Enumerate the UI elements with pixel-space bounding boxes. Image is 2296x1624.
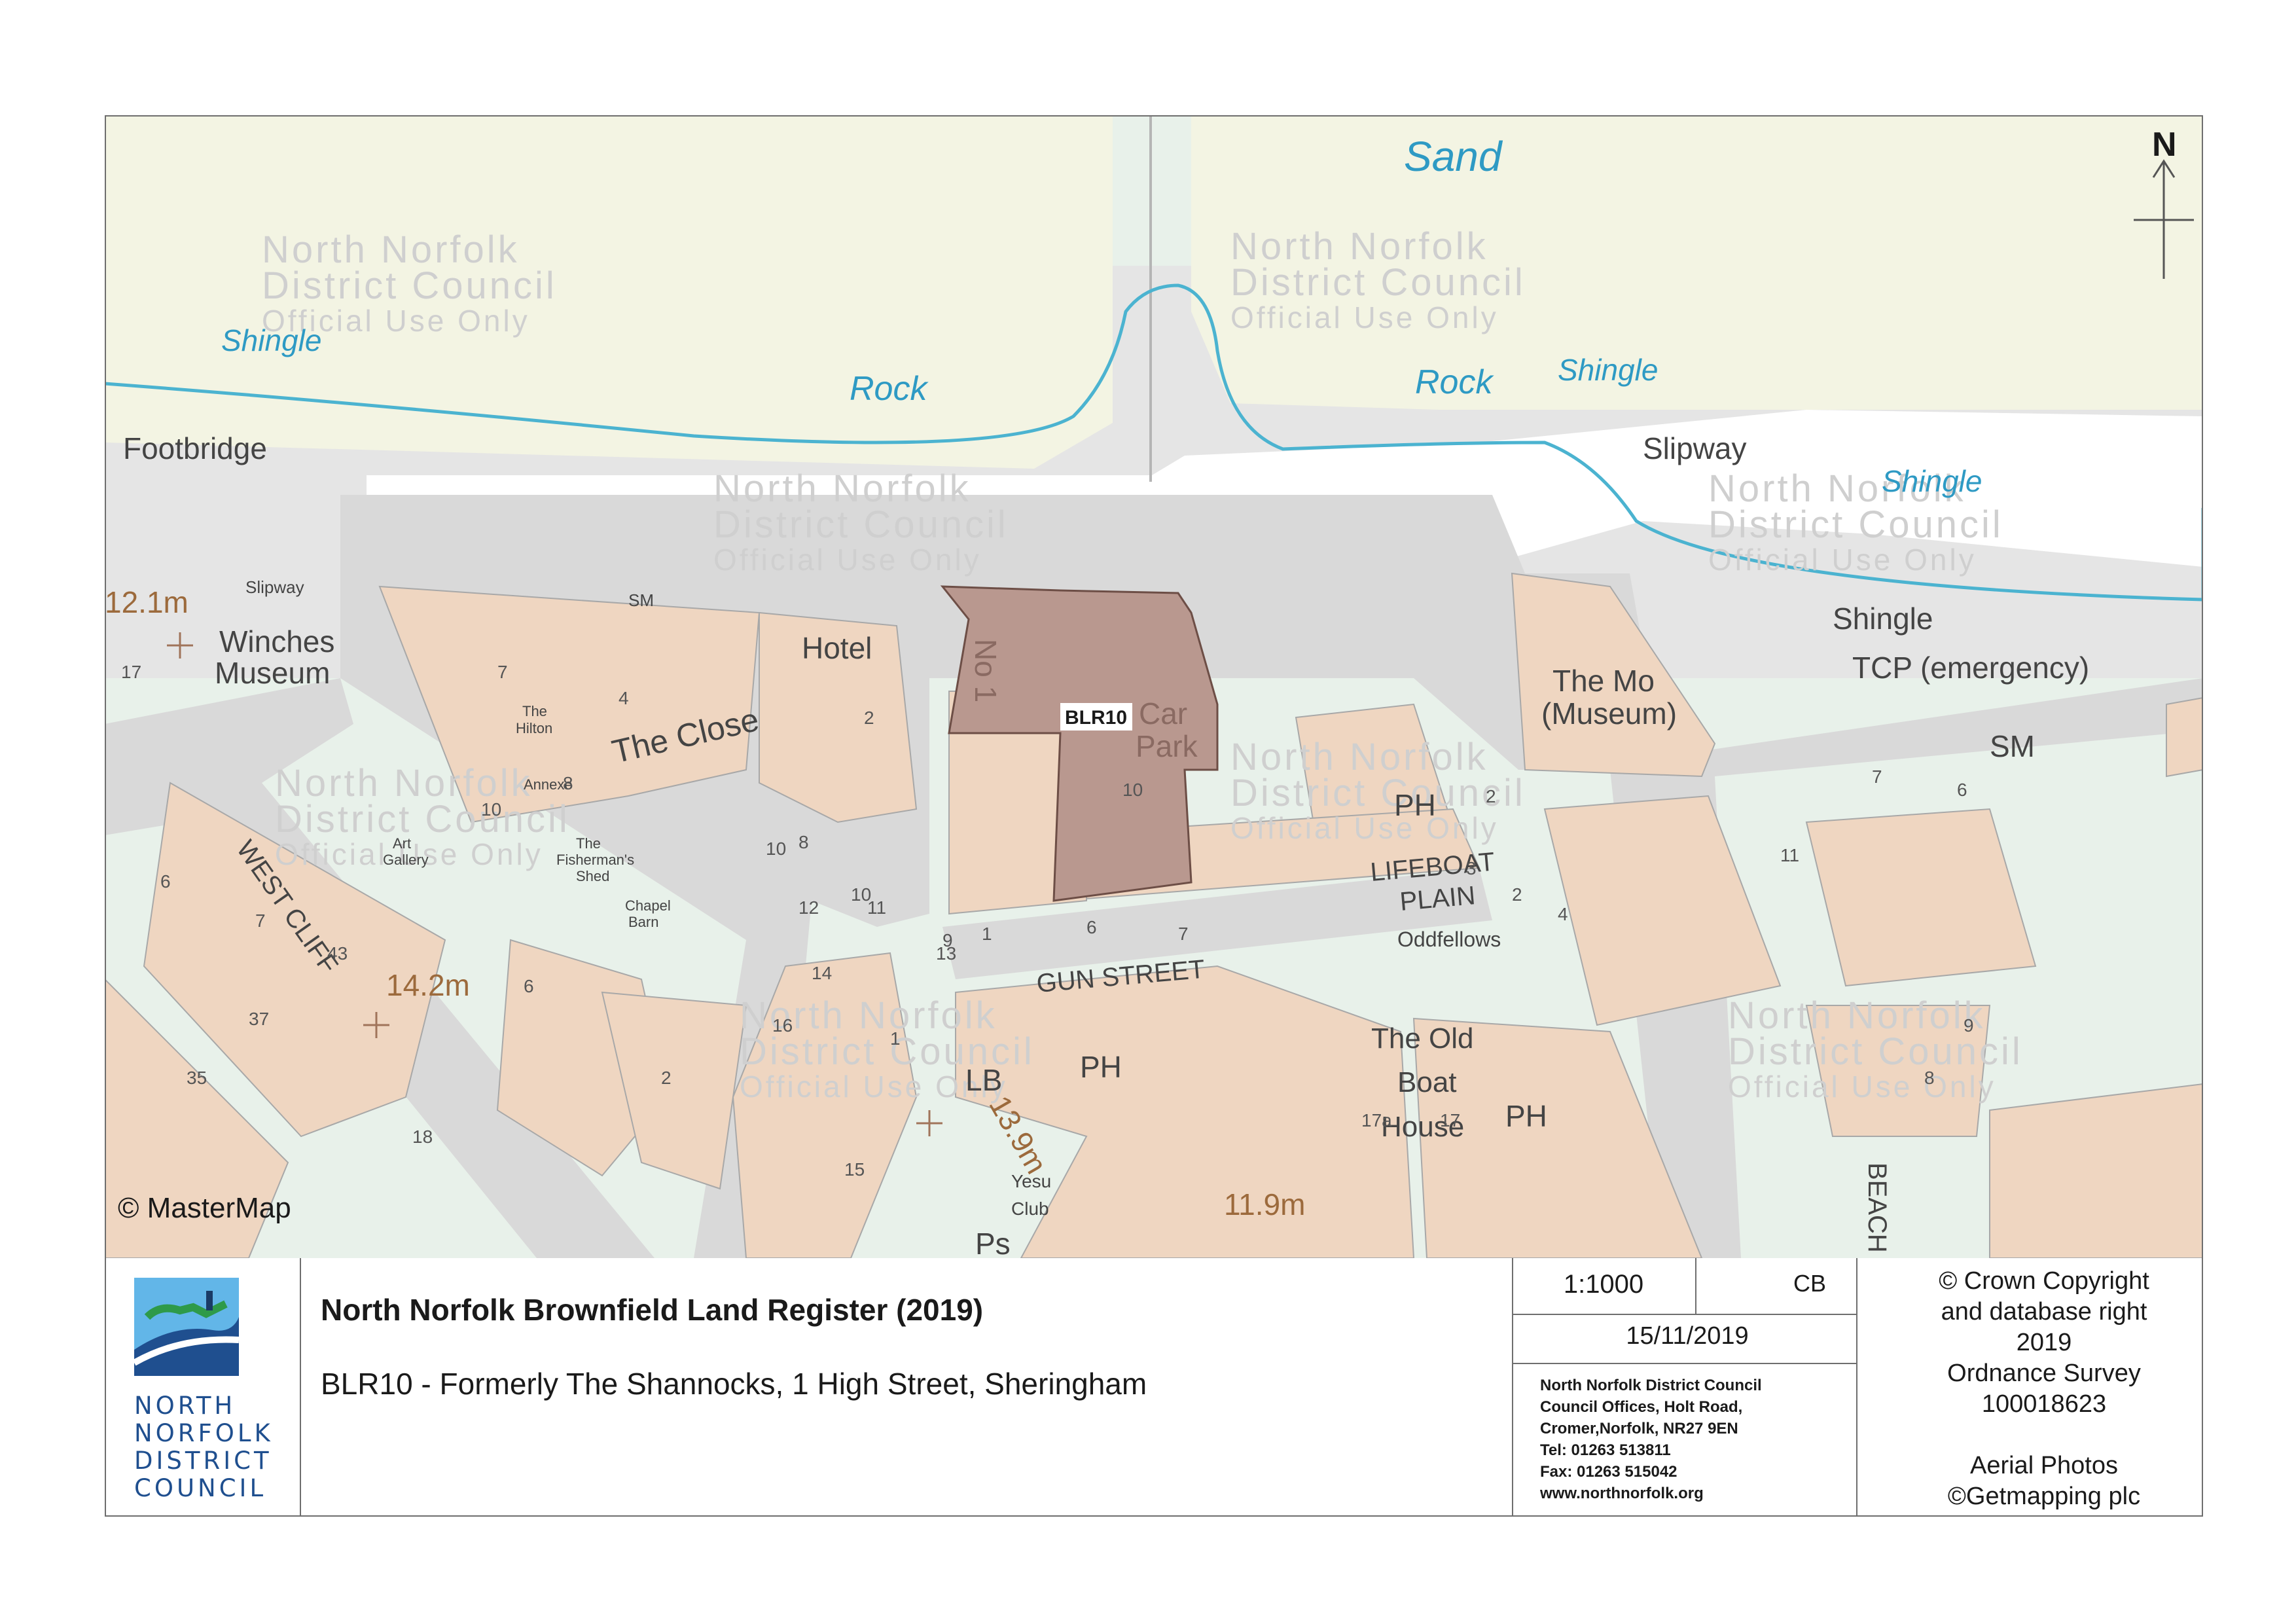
address-line: North Norfolk District Council — [1540, 1377, 1762, 1394]
panel-divider — [1695, 1258, 1696, 1314]
map-subtitle: BLR10 - Formerly The Shannocks, 1 High S… — [321, 1367, 1147, 1401]
map-date: 15/11/2019 — [1626, 1322, 1749, 1350]
panel-divider — [1512, 1363, 1856, 1364]
copyright-notice: © Crown Copyright and database right 201… — [1885, 1266, 2203, 1512]
map-scale: 1:1000 — [1563, 1270, 1644, 1299]
panel-divider — [1512, 1258, 1513, 1517]
council-address: North Norfolk District Council Council O… — [1540, 1375, 1762, 1504]
panel-divider — [300, 1258, 301, 1517]
copyright-line: and database right — [1941, 1298, 2147, 1326]
logo-line: DISTRICT — [134, 1447, 272, 1475]
address-line: Council Offices, Holt Road, — [1540, 1398, 1743, 1416]
copyright-line: Aerial Photos — [1969, 1452, 2118, 1479]
copyright-spacer — [1885, 1420, 2203, 1451]
address-line: Fax: 01263 515042 — [1540, 1463, 1677, 1481]
logo-line: NORTH — [134, 1392, 236, 1420]
copyright-line: Ordnance Survey — [1947, 1360, 2141, 1387]
address-line[interactable]: www.northnorfolk.org — [1540, 1483, 1762, 1504]
address-line: Tel: 01263 513811 — [1540, 1441, 1671, 1459]
copyright-line: 100018623 — [1981, 1390, 2107, 1418]
logo-line: NORFOLK — [134, 1419, 274, 1447]
panel-divider — [1512, 1314, 1856, 1315]
title-panel: NORTH NORFOLK DISTRICT COUNCIL North Nor… — [105, 1258, 2203, 1517]
copyright-line: © Crown Copyright — [1939, 1267, 2149, 1295]
address-line: Cromer,Norfolk, NR27 9EN — [1540, 1420, 1738, 1437]
map-title: North Norfolk Brownfield Land Register (… — [321, 1293, 984, 1327]
council-logo-icon — [132, 1278, 240, 1376]
council-logo-text: NORTH NORFOLK DISTRICT COUNCIL — [134, 1392, 274, 1502]
logo-line: COUNCIL — [134, 1474, 267, 1502]
copyright-line: ©Getmapping plc — [1947, 1483, 2141, 1510]
copyright-line: 2019 — [2016, 1329, 2072, 1356]
map-author: CB — [1793, 1270, 1826, 1297]
